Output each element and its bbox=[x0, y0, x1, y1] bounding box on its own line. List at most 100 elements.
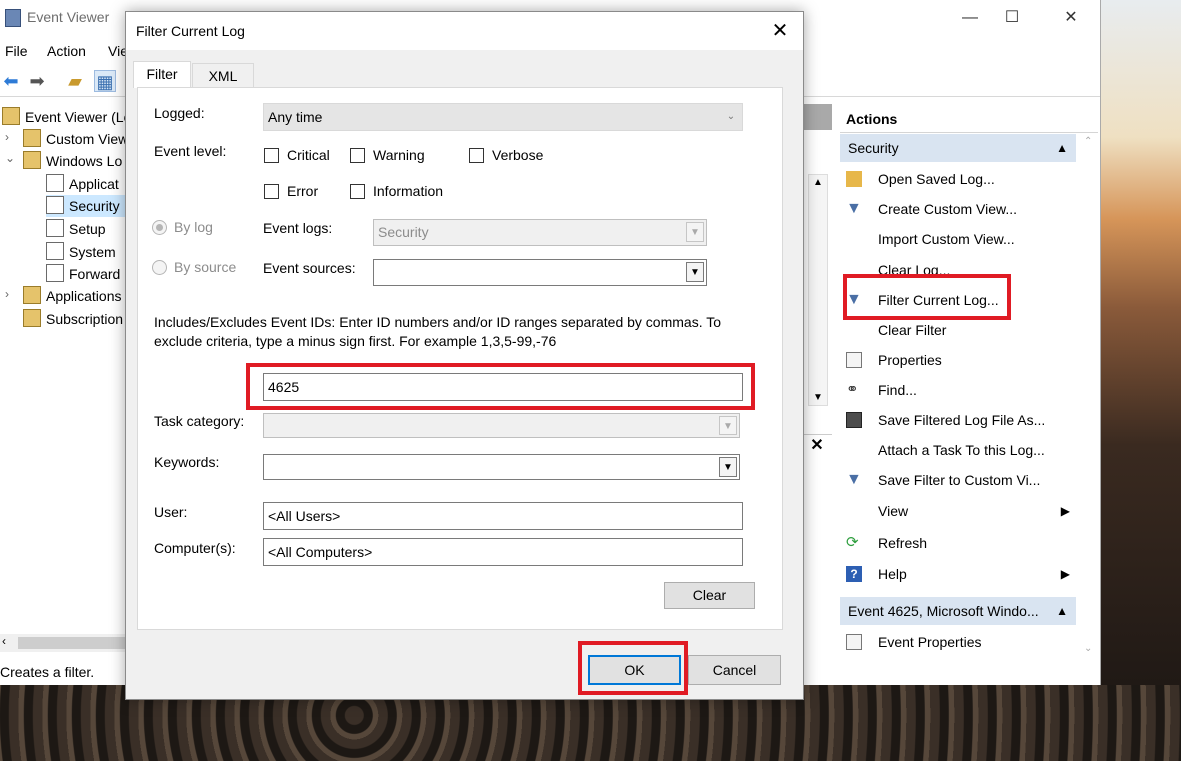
event-ids-input[interactable]: 4625 bbox=[263, 373, 743, 401]
tree-horizontal-scrollbar[interactable]: ‹ bbox=[0, 634, 126, 652]
by-log-radio[interactable] bbox=[152, 220, 167, 235]
close-pane-icon[interactable]: ✕ bbox=[802, 434, 832, 455]
maximize-icon[interactable]: ☐ bbox=[997, 6, 1027, 30]
tab-xml[interactable]: XML bbox=[192, 63, 254, 88]
tree-item-label: Setup bbox=[69, 221, 106, 237]
tree-item-label: System bbox=[69, 244, 116, 260]
actions-header: Actions bbox=[840, 106, 1098, 133]
action-label: Find... bbox=[878, 382, 917, 398]
action-help[interactable]: ? Help ▶ bbox=[846, 560, 1070, 588]
action-clear-log[interactable]: Clear Log... bbox=[846, 256, 1070, 284]
keywords-label: Keywords: bbox=[154, 454, 220, 470]
funnel-save-icon: ▼ bbox=[846, 471, 862, 488]
verbose-checkbox[interactable] bbox=[469, 148, 484, 163]
expand-arrow-icon[interactable]: › bbox=[5, 287, 9, 301]
warning-checkbox[interactable] bbox=[350, 148, 365, 163]
scroll-down-icon[interactable]: ⌄ bbox=[1084, 643, 1092, 654]
dialog-title: Filter Current Log bbox=[136, 23, 245, 39]
action-open-saved-log[interactable]: Open Saved Log... bbox=[846, 165, 1070, 193]
show-hide-tree-icon[interactable]: ▦ bbox=[94, 70, 116, 92]
keywords-select[interactable]: ▼ bbox=[263, 454, 740, 480]
scroll-up-icon[interactable]: ▲ bbox=[813, 177, 823, 188]
scrollbar-thumb[interactable] bbox=[18, 637, 126, 649]
navigation-tree: Event Viewer (Lo › Custom View ⌄ Windows… bbox=[0, 104, 131, 634]
by-source-radio[interactable] bbox=[152, 260, 167, 275]
scroll-up-icon[interactable]: ⌃ bbox=[1084, 136, 1092, 147]
information-checkbox[interactable] bbox=[350, 184, 365, 199]
window-title: Event Viewer bbox=[27, 9, 110, 25]
close-window-icon[interactable]: ✕ bbox=[1056, 6, 1086, 30]
tree-item-subscriptions[interactable]: Subscription bbox=[23, 308, 123, 330]
logged-select[interactable]: Any time ⌄ bbox=[263, 103, 743, 131]
log-icon bbox=[46, 242, 64, 260]
tree-item-event-viewer[interactable]: Event Viewer (Lo bbox=[2, 106, 131, 128]
task-category-label: Task category: bbox=[154, 413, 245, 429]
action-label: Refresh bbox=[878, 535, 928, 551]
clear-button[interactable]: Clear bbox=[664, 582, 755, 609]
scroll-left-icon[interactable]: ‹ bbox=[2, 634, 6, 648]
forward-arrow-icon[interactable]: ➡ bbox=[26, 70, 48, 92]
critical-checkbox[interactable] bbox=[264, 148, 279, 163]
action-find[interactable]: ⚭ Find... bbox=[846, 376, 1070, 404]
actions-section-security[interactable]: Security ▲ bbox=[840, 134, 1076, 162]
tree-item-application[interactable]: Applicat bbox=[46, 173, 119, 195]
collapse-triangle-icon[interactable]: ▲ bbox=[1056, 597, 1068, 625]
scroll-down-icon[interactable]: ▼ bbox=[813, 392, 823, 403]
user-input[interactable]: <All Users> bbox=[263, 502, 743, 530]
event-sources-select[interactable]: ▼ bbox=[373, 259, 707, 286]
task-category-select[interactable]: ▼ bbox=[263, 413, 740, 438]
action-import-custom-view[interactable]: Import Custom View... bbox=[846, 225, 1070, 253]
folder-icon bbox=[23, 151, 41, 169]
action-attach-task[interactable]: Attach a Task To this Log... bbox=[846, 436, 1070, 464]
tree-item-setup[interactable]: Setup bbox=[46, 218, 106, 240]
tree-item-system[interactable]: System bbox=[46, 241, 116, 263]
action-view[interactable]: View ▶ bbox=[846, 497, 1070, 525]
action-event-properties[interactable]: Event Properties bbox=[846, 628, 1070, 656]
back-arrow-icon[interactable]: ⬅ bbox=[0, 70, 22, 92]
action-label: Clear Log... bbox=[878, 262, 951, 278]
action-label: Save Filtered Log File As... bbox=[878, 412, 1046, 428]
error-checkbox[interactable] bbox=[264, 184, 279, 199]
action-save-filter-custom-view[interactable]: ▼ Save Filter to Custom Vi... bbox=[846, 466, 1070, 494]
center-pane-scrollbar[interactable]: ▲ ▼ bbox=[808, 174, 828, 406]
actions-scrollbar[interactable]: ⌃ ⌄ bbox=[1082, 134, 1096, 654]
folder-up-icon[interactable]: ▰ bbox=[64, 70, 86, 92]
menu-action[interactable]: Action bbox=[47, 43, 86, 59]
refresh-icon: ⟳ bbox=[846, 534, 859, 551]
action-filter-current-log[interactable]: ▼ Filter Current Log... bbox=[846, 286, 1070, 314]
tab-filter[interactable]: Filter bbox=[133, 61, 191, 88]
ok-button[interactable]: OK bbox=[588, 655, 681, 685]
action-properties[interactable]: Properties bbox=[846, 346, 1070, 374]
tree-item-windows-logs[interactable]: Windows Lo bbox=[23, 150, 122, 172]
tree-item-forwarded[interactable]: Forward bbox=[46, 263, 120, 285]
action-label: Event Properties bbox=[878, 634, 982, 650]
event-logs-value: Security bbox=[378, 224, 429, 240]
properties-icon bbox=[846, 352, 862, 368]
logged-label: Logged: bbox=[154, 105, 205, 121]
section-label: Security bbox=[848, 140, 899, 156]
tree-item-label: Event Viewer (Lo bbox=[25, 109, 132, 125]
close-icon[interactable]: ✕ bbox=[767, 18, 793, 44]
action-label: Save Filter to Custom Vi... bbox=[878, 472, 1041, 488]
computers-input[interactable]: <All Computers> bbox=[263, 538, 743, 566]
expand-arrow-icon[interactable]: › bbox=[5, 130, 9, 144]
menu-file[interactable]: File bbox=[5, 43, 28, 59]
actions-section-event[interactable]: Event 4625, Microsoft Windo... ▲ bbox=[840, 597, 1076, 625]
action-refresh[interactable]: ⟳ Refresh bbox=[846, 529, 1070, 557]
collapse-triangle-icon[interactable]: ▲ bbox=[1056, 134, 1068, 162]
tree-item-label: Security bbox=[69, 198, 120, 214]
tree-item-applications-services[interactable]: Applications bbox=[23, 285, 122, 307]
log-icon bbox=[46, 196, 64, 214]
tree-item-security[interactable]: Security bbox=[46, 195, 126, 217]
action-clear-filter[interactable]: Clear Filter bbox=[846, 316, 1070, 344]
event-logs-select[interactable]: Security ▼ bbox=[373, 219, 707, 246]
minimize-icon[interactable]: — bbox=[955, 6, 985, 30]
status-bar: Creates a filter. bbox=[0, 664, 95, 680]
tree-item-custom-views[interactable]: Custom View bbox=[23, 128, 128, 150]
information-label: Information bbox=[373, 183, 444, 199]
action-save-filtered-log[interactable]: Save Filtered Log File As... bbox=[846, 406, 1070, 434]
action-create-custom-view[interactable]: ▼ Create Custom View... bbox=[846, 195, 1070, 223]
collapse-arrow-icon[interactable]: ⌄ bbox=[5, 151, 15, 165]
event-logs-label: Event logs: bbox=[263, 220, 333, 236]
cancel-button[interactable]: Cancel bbox=[688, 655, 781, 685]
